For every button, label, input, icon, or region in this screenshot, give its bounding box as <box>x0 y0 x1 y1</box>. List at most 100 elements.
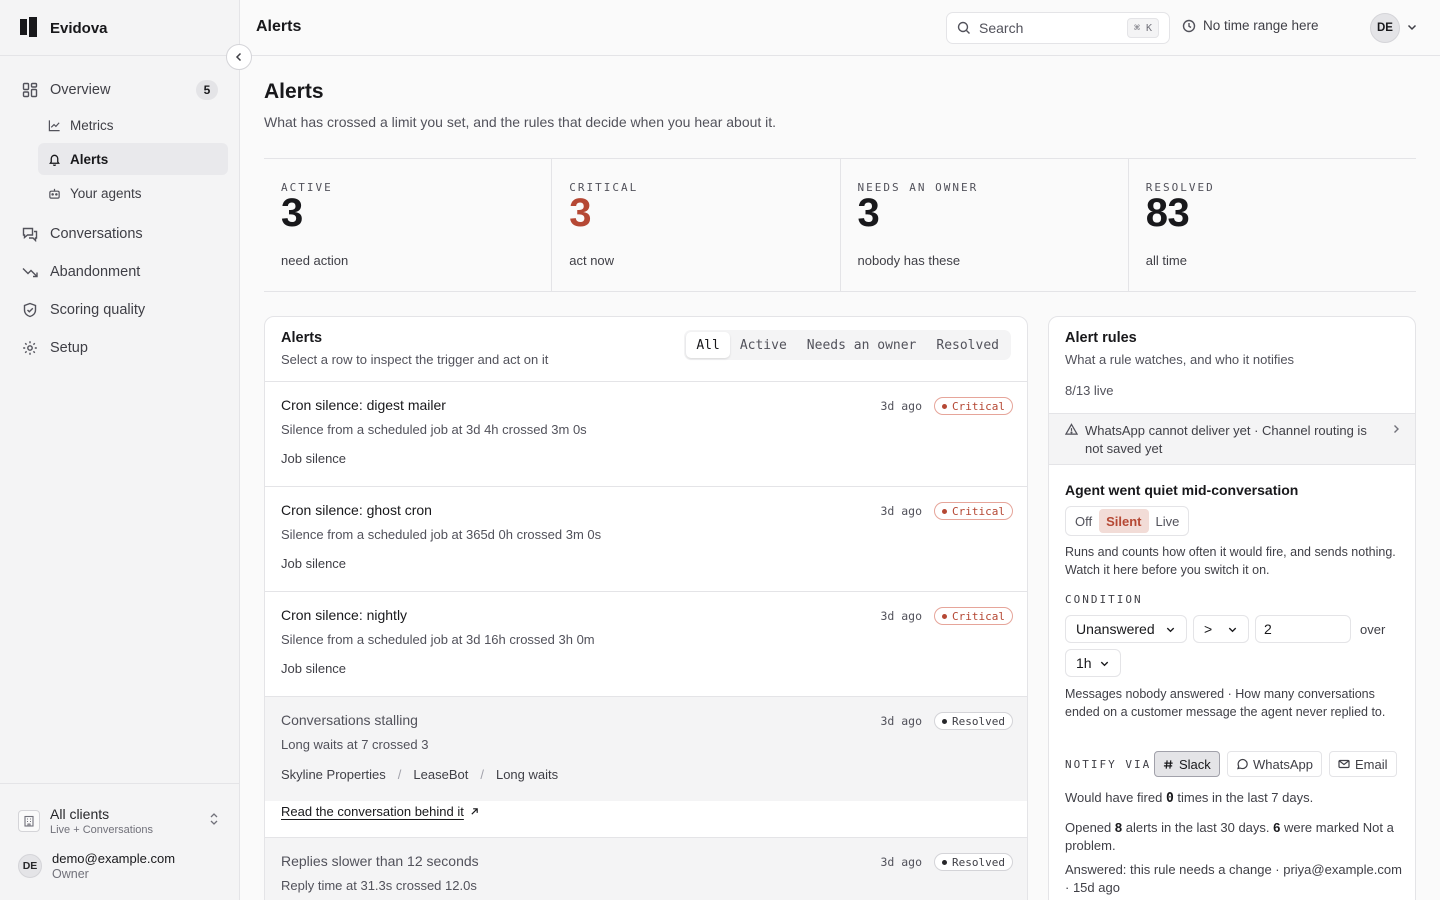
brand-name: Evidova <box>50 19 108 37</box>
status-label: Critical <box>952 609 1005 623</box>
gear-icon <box>23 341 37 355</box>
channel-warning[interactable]: WhatsApp cannot deliver yet · Channel ro… <box>1049 413 1415 465</box>
stat-value: 3 <box>569 191 591 235</box>
shield-check-icon <box>23 302 37 318</box>
avatar[interactable]: DE <box>1370 13 1400 43</box>
warning-icon <box>1065 423 1078 435</box>
breadcrumb-separator: / <box>480 767 484 782</box>
client-switcher[interactable]: All clients Live + Conversations <box>18 804 222 838</box>
building-icon <box>18 810 40 832</box>
grid-icon <box>22 82 38 98</box>
panel-subtitle: Select a row to inspect the trigger and … <box>281 352 549 367</box>
hash-icon <box>1163 759 1173 769</box>
fired-count: 0 <box>1165 791 1174 806</box>
alert-title: Conversations stalling <box>281 712 418 728</box>
channel-whatsapp-toggle[interactable]: WhatsApp <box>1227 751 1322 777</box>
chevron-up-down-icon <box>210 813 218 825</box>
search-placeholder: Search <box>979 20 1024 36</box>
channel-email-toggle[interactable]: Email <box>1329 751 1397 777</box>
channel-label: WhatsApp <box>1253 756 1313 772</box>
over-label: over <box>1360 622 1386 637</box>
user-role: Owner <box>52 867 89 881</box>
alert-row[interactable]: Cron silence: digest mailer Silence from… <box>265 381 1027 486</box>
sidebar-item-alerts[interactable]: Alerts <box>38 143 228 175</box>
live-count: 8/13 live <box>1065 383 1114 398</box>
mail-icon <box>1338 759 1350 769</box>
text: Would have fired <box>1065 790 1166 805</box>
alert-tag: Job silence <box>281 661 347 676</box>
tab-needs-owner[interactable]: Needs an owner <box>797 332 927 358</box>
rule-description: Runs and counts how often it would fire,… <box>1065 545 1396 577</box>
stat-note: all time <box>1145 253 1187 268</box>
sidebar-item-conversations[interactable]: Conversations <box>12 218 228 250</box>
read-conversation-link[interactable]: Read the conversation behind it <box>281 804 479 819</box>
channel-slack-toggle[interactable]: Slack <box>1154 751 1220 777</box>
alert-title: Cron silence: ghost cron <box>281 502 432 518</box>
stat-value: 83 <box>1145 191 1190 235</box>
alert-tag: Job silence <box>281 556 347 571</box>
alert-row[interactable]: Replies slower than 12 seconds Reply tim… <box>265 837 1027 900</box>
notify-label: NOTIFY VIA <box>1065 758 1152 771</box>
stat-note: need action <box>281 253 349 268</box>
alert-row[interactable]: Cron silence: nightly Silence from a sch… <box>265 591 1027 696</box>
alert-time: 3d ago <box>880 714 922 728</box>
alert-description: Silence from a scheduled job at 365d 0h … <box>281 527 602 542</box>
select-value: 1h <box>1076 655 1092 671</box>
window-select[interactable]: 1h <box>1065 649 1121 677</box>
stat-value: 3 <box>857 191 880 235</box>
channel-label: Email <box>1355 756 1388 772</box>
status-dot-icon <box>942 859 948 865</box>
chevron-down-icon[interactable] <box>1406 21 1418 33</box>
stat-needs-owner: NEEDS AN OWNER 3 nobody has these <box>839 159 1128 291</box>
sidebar-item-setup[interactable]: Setup <box>12 332 228 364</box>
user-menu[interactable]: DE demo@example.com Owner <box>18 851 175 881</box>
status-label: Resolved <box>952 714 1005 728</box>
alert-row[interactable]: Cron silence: ghost cron Silence from a … <box>265 486 1027 591</box>
tab-all[interactable]: All <box>686 332 730 358</box>
status-dot-icon <box>942 718 948 724</box>
breadcrumb: Skyline Properties / LeaseBot / Long wai… <box>281 767 558 782</box>
condition-note: Messages nobody answered · How many conv… <box>1065 687 1386 719</box>
alert-row[interactable]: Conversations stalling Long waits at 7 c… <box>265 696 1027 837</box>
breadcrumb-separator: / <box>397 767 402 782</box>
alerts-panel: Alerts Select a row to inspect the trigg… <box>264 316 1028 900</box>
alert-title: Replies slower than 12 seconds <box>281 853 479 869</box>
text: alerts in the last 30 days. <box>1122 820 1274 835</box>
status-badge: Resolved <box>934 853 1013 871</box>
tab-resolved[interactable]: Resolved <box>926 332 1009 358</box>
mode-off[interactable]: Off <box>1068 509 1099 533</box>
stats-strip: ACTIVE 3 need action CRITICAL 3 act now … <box>264 158 1416 292</box>
page-title: Alerts <box>264 80 324 103</box>
sidebar-item-scoring-quality[interactable]: Scoring quality <box>12 294 228 326</box>
link-label: Read the conversation behind it <box>281 804 464 819</box>
chevron-down-icon <box>1166 627 1175 632</box>
threshold-input[interactable] <box>1255 615 1351 643</box>
text: times in the last 7 days. <box>1173 790 1314 805</box>
client-subtitle: Live + Conversations <box>50 824 154 836</box>
rule-fire-summary: Would have fired 0 times in the last 7 d… <box>1065 789 1405 808</box>
brand[interactable]: Evidova <box>20 16 108 40</box>
sidebar-item-abandonment[interactable]: Abandonment <box>12 256 228 288</box>
mode-silent[interactable]: Silent <box>1099 509 1149 533</box>
avatar: DE <box>18 854 42 878</box>
sidebar-item-metrics[interactable]: Metrics <box>38 109 228 141</box>
client-name: All clients <box>50 806 110 822</box>
metric-select[interactable]: Unanswered <box>1065 615 1187 643</box>
divider <box>0 783 240 784</box>
chat-icon <box>22 227 38 242</box>
alert-filter-tabs: All Active Needs an owner Resolved <box>684 330 1011 360</box>
sidebar-item-label: Scoring quality <box>50 302 146 318</box>
operator-select[interactable]: > <box>1193 615 1249 643</box>
mode-live[interactable]: Live <box>1149 509 1187 533</box>
page-subtitle: What has crossed a limit you set, and th… <box>264 114 777 130</box>
alert-time: 3d ago <box>880 609 922 623</box>
clock-icon <box>1182 19 1196 32</box>
status-badge: Critical <box>934 502 1013 520</box>
collapse-sidebar-button[interactable] <box>226 44 252 70</box>
status-dot-icon <box>942 403 948 409</box>
sidebar-item-your-agents[interactable]: Your agents <box>38 177 228 209</box>
tab-active[interactable]: Active <box>730 332 797 358</box>
search-input[interactable]: Search ⌘ K <box>946 12 1170 44</box>
sidebar-item-overview[interactable]: Overview 5 <box>12 74 228 106</box>
divider <box>0 55 240 56</box>
